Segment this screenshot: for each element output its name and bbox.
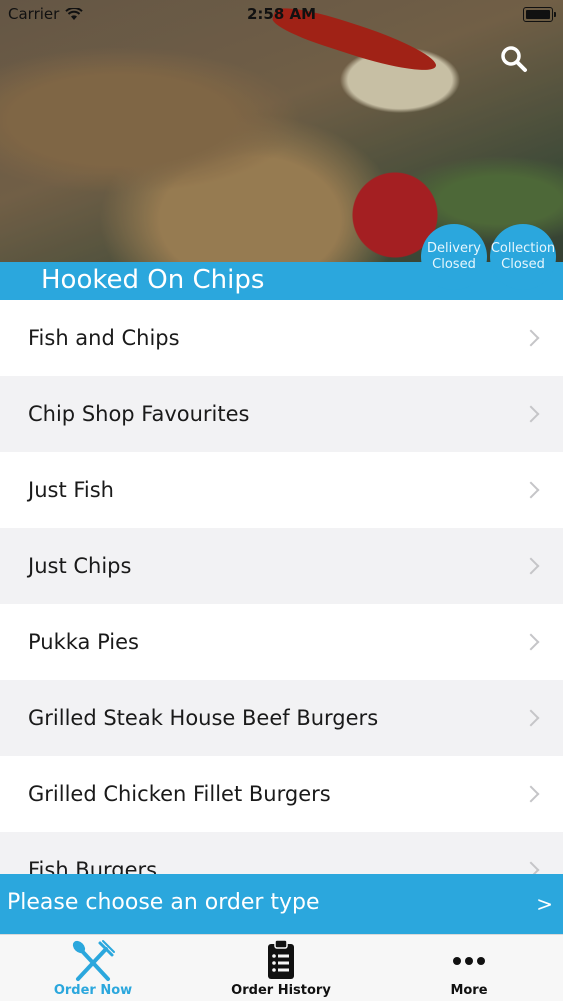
tab-more[interactable]: More [420, 935, 518, 1001]
chevron-right-icon [522, 481, 540, 499]
chevron-right-icon [522, 709, 540, 727]
delivery-status-badge[interactable]: Delivery Closed [421, 224, 487, 290]
menu-item-label: Grilled Chicken Fillet Burgers [28, 782, 331, 806]
tab-order-now[interactable]: Order Now [30, 935, 156, 1001]
tab-label: Order History [231, 983, 331, 998]
menu-category-list: Fish and Chips Chip Shop Favourites Just… [0, 300, 563, 908]
battery-icon [523, 7, 556, 22]
menu-item-just-chips[interactable]: Just Chips [0, 528, 563, 604]
order-type-banner[interactable]: Please choose an order type > [0, 874, 563, 934]
menu-item-label: Chip Shop Favourites [28, 402, 250, 426]
search-icon [501, 46, 527, 72]
collection-state: Closed [501, 257, 545, 272]
tab-bar: Order Now Order History More [0, 934, 563, 1001]
chevron-right-icon [522, 329, 540, 347]
fork-knife-icon [72, 940, 115, 981]
status-time: 2:58 AM [246, 5, 317, 23]
menu-item-grilled-chicken-fillet-burgers[interactable]: Grilled Chicken Fillet Burgers [0, 756, 563, 832]
menu-item-label: Pukka Pies [28, 630, 139, 654]
delivery-state: Closed [432, 257, 476, 272]
order-type-prompt: Please choose an order type [7, 890, 320, 915]
menu-item-chip-shop-favourites[interactable]: Chip Shop Favourites [0, 376, 563, 452]
status-bar: Carrier 2:58 AM [0, 0, 563, 30]
delivery-label: Delivery [427, 241, 481, 256]
menu-item-fish-and-chips[interactable]: Fish and Chips [0, 300, 563, 376]
order-type-arrow: > [536, 892, 553, 916]
more-dots-icon [453, 957, 485, 965]
tab-label: More [450, 983, 488, 998]
tab-label: Order Now [53, 983, 133, 998]
menu-item-label: Fish and Chips [28, 326, 180, 350]
chevron-right-icon [522, 557, 540, 575]
menu-item-label: Just Chips [28, 554, 132, 578]
chevron-right-icon [522, 405, 540, 423]
chevron-right-icon [522, 633, 540, 651]
menu-item-just-fish[interactable]: Just Fish [0, 452, 563, 528]
menu-item-grilled-steak-house-beef-burgers[interactable]: Grilled Steak House Beef Burgers [0, 680, 563, 756]
chevron-right-icon [522, 785, 540, 803]
restaurant-title: Hooked On Chips [41, 265, 265, 295]
menu-item-label: Grilled Steak House Beef Burgers [28, 706, 379, 730]
collection-status-badge[interactable]: Collection Closed [490, 224, 556, 290]
menu-item-label: Just Fish [28, 478, 114, 502]
tab-order-history[interactable]: Order History [216, 935, 346, 1001]
search-button[interactable] [497, 42, 531, 76]
clipboard-list-icon [268, 939, 294, 979]
collection-label: Collection [490, 241, 556, 256]
menu-item-pukka-pies[interactable]: Pukka Pies [0, 604, 563, 680]
